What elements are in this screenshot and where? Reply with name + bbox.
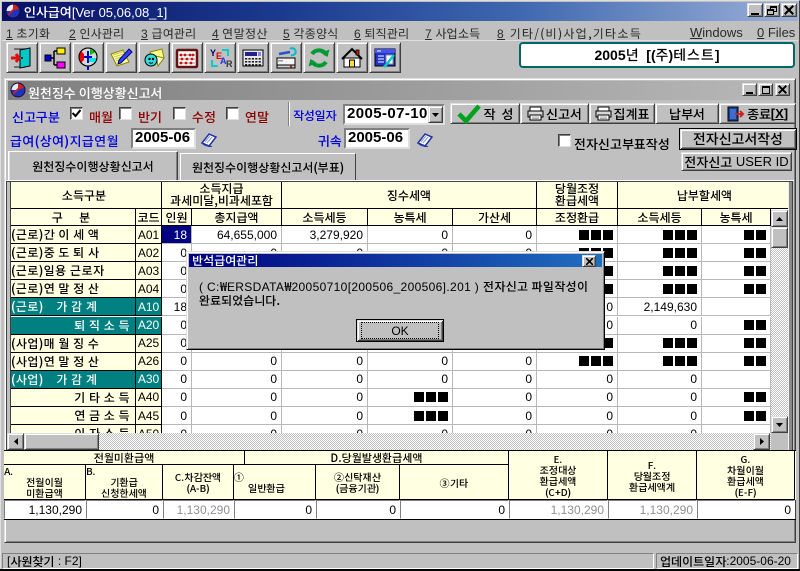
svg-text:R: R xyxy=(226,59,232,69)
